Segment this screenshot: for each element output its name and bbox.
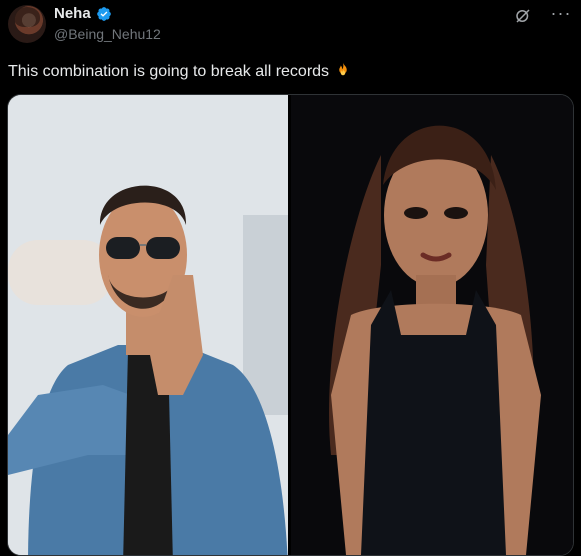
woman-illustration bbox=[291, 95, 573, 555]
media-container[interactable] bbox=[7, 94, 574, 556]
tweet-text-content: This combination is going to break all r… bbox=[8, 63, 330, 80]
man-illustration bbox=[8, 95, 288, 555]
tweet-text: This combination is going to break all r… bbox=[8, 61, 352, 81]
grok-icon[interactable] bbox=[513, 6, 533, 26]
author-row: Neha bbox=[54, 5, 112, 22]
media-image-right[interactable] bbox=[291, 95, 573, 555]
avatar[interactable] bbox=[8, 5, 46, 43]
author-name[interactable]: Neha bbox=[54, 5, 91, 22]
author-handle[interactable]: @Being_Nehu12 bbox=[54, 26, 161, 42]
fire-emoji-icon bbox=[338, 62, 347, 76]
verified-badge-icon bbox=[96, 6, 111, 21]
more-options-icon[interactable]: ··· bbox=[551, 4, 571, 26]
post-header: Neha @Being_Nehu12 ··· bbox=[0, 0, 581, 50]
post-actions: ··· bbox=[513, 4, 571, 26]
media-image-left[interactable] bbox=[8, 95, 288, 555]
